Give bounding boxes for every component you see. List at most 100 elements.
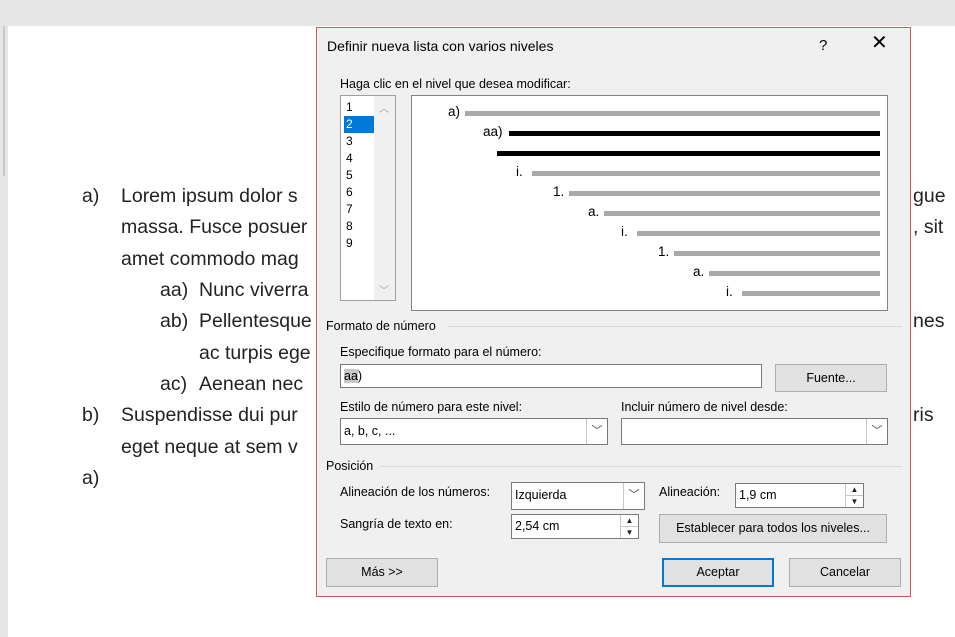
position-section-title: Posición (326, 459, 374, 473)
help-button[interactable]: ? (819, 37, 827, 54)
decrement-icon[interactable]: ▼ (846, 496, 863, 508)
cancel-button[interactable]: Cancelar (789, 558, 901, 587)
accept-button[interactable]: Aceptar (662, 558, 774, 587)
number-format-section-title: Formato de número (326, 319, 436, 333)
list-label: b) (82, 404, 100, 426)
level-item[interactable]: 6 (344, 184, 374, 201)
multilevel-list-dialog: Definir nueva lista con varios niveles ?… (316, 27, 911, 597)
doc-fragment-1: gue (913, 185, 946, 207)
line-text: Pellentesque (199, 310, 312, 332)
preview-line (709, 271, 880, 276)
preview-label: a. (693, 264, 705, 279)
chevron-down-icon[interactable]: ﹀ (586, 419, 607, 444)
doc-line-4[interactable]: aa) Nunc viverra (160, 279, 308, 302)
number-alignment-select[interactable]: Izquierda ﹀ (511, 482, 645, 510)
level-item[interactable]: 4 (344, 150, 374, 167)
preview-line (604, 211, 880, 216)
list-label: ac) (160, 373, 188, 395)
doc-fragment-2: , sit (913, 216, 944, 238)
preview-label: i. (726, 284, 733, 299)
line-text: eget neque at sem v (121, 436, 298, 458)
level-item[interactable]: 7 (344, 201, 374, 218)
more-button[interactable]: Más >> (326, 558, 438, 587)
number-format-input[interactable]: aa) (340, 364, 762, 388)
preview-line (465, 111, 880, 116)
scroll-up-icon[interactable]: ︿ (379, 100, 389, 115)
doc-line-10[interactable]: a) (82, 467, 99, 490)
font-button[interactable]: Fuente... (775, 364, 887, 392)
format-field-code: aa (344, 369, 358, 383)
alignment-label: Alineación: (659, 485, 721, 499)
section-divider (448, 326, 902, 327)
level-prompt: Haga clic en el nivel que desea modifica… (340, 77, 571, 91)
number-style-value: a, b, c, ... (344, 424, 396, 438)
doc-line-8[interactable]: b) Suspendisse dui pur (82, 404, 298, 427)
doc-line-5[interactable]: ab) Pellentesque (160, 310, 312, 333)
level-item[interactable]: 3 (344, 133, 374, 150)
preview-line (674, 251, 880, 256)
set-all-levels-button[interactable]: Establecer para todos los niveles... (659, 514, 887, 543)
number-alignment-value: Izquierda (515, 488, 567, 502)
preview-label: a) (448, 104, 461, 119)
format-prompt: Especifique formato para el número: (340, 345, 542, 359)
level-item-selected[interactable]: 2 (344, 116, 374, 133)
preview-line-selected (497, 151, 880, 156)
preview-line-selected (509, 131, 880, 136)
scroll-down-icon[interactable]: ﹀ (379, 282, 389, 297)
list-label: a) (82, 185, 100, 207)
dialog-title: Definir nueva lista con varios niveles (327, 38, 554, 54)
format-field-text: ) (357, 369, 363, 383)
alignment-stepper[interactable]: ▲ ▼ (845, 484, 863, 507)
vertical-ruler-mark (3, 26, 5, 176)
line-text: ac turpis ege (199, 342, 311, 364)
level-item[interactable]: 1 (344, 99, 374, 116)
text-indent-spinner[interactable]: 2,54 cm ▲ ▼ (511, 514, 639, 539)
preview-label: 1. (553, 184, 565, 199)
level-list[interactable]: 1 2 3 4 5 6 7 8 9 ︿ ﹀ (340, 95, 396, 301)
increment-icon[interactable]: ▲ (846, 484, 863, 496)
line-text: Nunc viverra (199, 279, 309, 301)
text-indent-stepper[interactable]: ▲ ▼ (620, 515, 638, 538)
text-indent-label: Sangría de texto en: (340, 517, 453, 531)
close-icon[interactable]: ✕ (871, 33, 888, 53)
preview-label: 1. (658, 244, 670, 259)
preview-label: aa) (483, 124, 503, 139)
doc-fragment-5: nes (913, 310, 945, 332)
line-text: Lorem ipsum dolor s (121, 185, 298, 207)
doc-line-3[interactable]: amet commodo mag (121, 248, 299, 271)
doc-line-1[interactable]: a) Lorem ipsum dolor s (82, 185, 298, 208)
list-preview: a) aa) i. 1. a. i. 1. a. i. (411, 95, 888, 311)
list-label: a) (82, 467, 100, 489)
line-text: amet commodo mag (121, 248, 299, 270)
chevron-down-icon[interactable]: ﹀ (866, 419, 887, 444)
number-style-label: Estilo de número para este nivel: (340, 400, 523, 414)
alignment-value: 1,9 cm (739, 488, 777, 502)
level-list-scrollbar[interactable]: ︿ ﹀ (374, 96, 395, 300)
preview-line (569, 191, 880, 196)
level-item[interactable]: 5 (344, 167, 374, 184)
list-label: ab) (160, 310, 189, 332)
doc-line-2[interactable]: massa. Fusce posuer (121, 216, 307, 239)
number-style-select[interactable]: a, b, c, ... ﹀ (340, 418, 608, 445)
include-level-select[interactable]: ﹀ (621, 418, 888, 445)
increment-icon[interactable]: ▲ (621, 515, 638, 527)
doc-line-9[interactable]: eget neque at sem v (121, 436, 298, 459)
preview-label: a. (588, 204, 600, 219)
line-text: Suspendisse dui pur (121, 404, 298, 426)
preview-line (532, 171, 880, 176)
line-text: Aenean nec (199, 373, 304, 395)
alignment-spinner[interactable]: 1,9 cm ▲ ▼ (735, 483, 864, 508)
preview-line (742, 291, 880, 296)
level-item[interactable]: 9 (344, 235, 374, 252)
doc-line-7[interactable]: ac) Aenean nec (160, 373, 303, 396)
preview-line (637, 231, 880, 236)
preview-label: i. (621, 224, 628, 239)
doc-line-6[interactable]: ac turpis ege (199, 342, 311, 365)
decrement-icon[interactable]: ▼ (621, 527, 638, 539)
doc-fragment-8: ris (913, 404, 934, 426)
chevron-down-icon[interactable]: ﹀ (623, 483, 644, 509)
number-alignment-label: Alineación de los números: (340, 485, 491, 499)
level-item[interactable]: 8 (344, 218, 374, 235)
include-level-label: Incluir número de nivel desde: (621, 400, 788, 414)
section-divider (380, 466, 902, 467)
